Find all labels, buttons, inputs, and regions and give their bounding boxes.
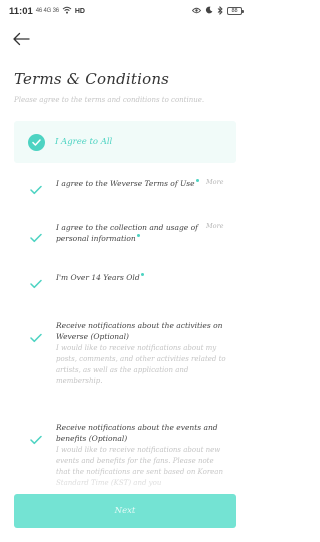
status-right: 88 — [191, 5, 244, 17]
check-icon — [32, 138, 41, 146]
term-label: I agree to the Weverse Terms of Use — [56, 178, 206, 189]
bluetooth-icon — [217, 5, 223, 17]
agree-all-label: I Agree to All — [55, 137, 113, 147]
check-icon — [30, 279, 42, 289]
page-subtitle: Please agree to the terms and conditions… — [14, 96, 205, 104]
term-description: I would like to receive notifications ab… — [56, 344, 226, 385]
term-label: Receive notifications about the activiti… — [56, 321, 226, 385]
term-checkbox[interactable] — [30, 430, 42, 445]
term-checkbox[interactable] — [30, 228, 42, 243]
check-icon — [30, 435, 42, 445]
status-left: 11:01 46 4G 36 HD — [9, 6, 85, 17]
term-label: I agree to the collection and usage of p… — [56, 223, 198, 243]
check-icon — [30, 185, 42, 195]
hd-label: HD — [74, 7, 85, 15]
required-dot — [195, 179, 199, 182]
wifi-icon — [62, 6, 72, 16]
page-title: Terms & Conditions — [14, 70, 170, 88]
arrow-left-icon — [13, 32, 30, 46]
more-link[interactable]: More — [206, 222, 224, 230]
more-link[interactable]: More — [206, 178, 224, 186]
status-bar: 11:01 46 4G 36 HD 88 — [0, 0, 250, 22]
term-checkbox[interactable] — [30, 328, 42, 343]
check-icon — [30, 333, 42, 343]
term-checkbox[interactable] — [30, 180, 42, 195]
status-time: 11:01 — [9, 5, 33, 17]
moon-icon — [205, 6, 213, 16]
required-dot — [136, 234, 140, 237]
required-dot — [140, 273, 144, 276]
battery-icon: 88 — [227, 7, 244, 15]
back-button[interactable] — [10, 30, 32, 48]
agree-all-checkbox[interactable] — [28, 133, 45, 151]
eye-comfort-icon — [191, 6, 202, 16]
check-icon — [30, 233, 42, 243]
term-checkbox[interactable] — [30, 274, 42, 289]
agree-all-row[interactable]: I Agree to All — [14, 121, 236, 163]
next-button[interactable]: Next — [14, 494, 236, 528]
term-label: I'm Over 14 Years Old — [56, 272, 206, 283]
network-indicator: 46 4G 36 — [35, 8, 59, 14]
